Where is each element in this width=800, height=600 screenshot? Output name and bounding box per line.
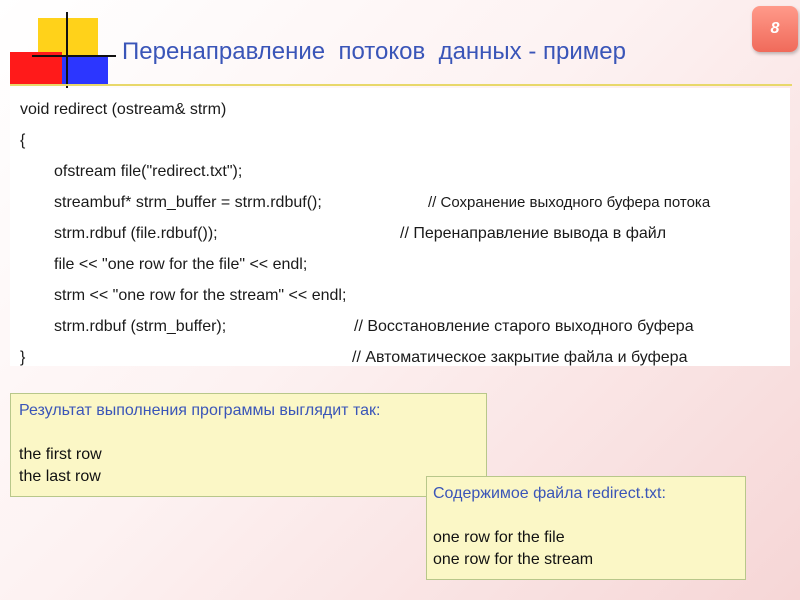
- code-statement: file << "one row for the file" << endl;: [54, 256, 308, 273]
- code-statement: {: [20, 132, 26, 149]
- code-statement: strm << "one row for the stream" << endl…: [54, 287, 347, 304]
- code-line: file << "one row for the file" << endl;: [20, 251, 790, 282]
- code-line: } // Автоматическое закрытие файла и буф…: [20, 344, 790, 375]
- code-statement: }: [20, 349, 26, 366]
- file-contents-line: one row for the stream: [433, 551, 594, 568]
- code-comment: // Сохранение выходного буфера потока: [428, 194, 711, 211]
- code-line: strm.rdbuf (strm_buffer); // Восстановле…: [20, 313, 790, 344]
- page-number: 8: [770, 20, 780, 37]
- page-number-badge: 8: [752, 6, 798, 52]
- file-contents-heading: Содержимое файла redirect.txt:: [433, 485, 666, 502]
- file-contents-line: one row for the file: [433, 529, 565, 546]
- code-line: {: [20, 127, 790, 158]
- code-statement: strm.rdbuf (strm_buffer);: [54, 318, 227, 335]
- code-line: ofstream file("redirect.txt");: [20, 158, 790, 189]
- code-line: void redirect (ostream& strm): [20, 96, 790, 127]
- code-comment: // Автоматическое закрытие файла и буфер…: [352, 349, 688, 366]
- code-comment: // Восстановление старого выходного буфе…: [354, 318, 694, 335]
- code-statement: strm.rdbuf (file.rdbuf());: [54, 225, 218, 242]
- code-comment: // Перенаправление вывода в файл: [400, 225, 667, 242]
- slide-logo: [0, 0, 120, 95]
- program-output-line: the last row: [19, 468, 101, 485]
- code-line: streambuf* strm_buffer = strm.rdbuf(); /…: [20, 189, 790, 220]
- logo-horizontal-line: [32, 55, 116, 57]
- code-line: strm << "one row for the stream" << endl…: [20, 282, 790, 313]
- program-output-heading: Результат выполнения программы выглядит …: [19, 402, 381, 419]
- program-output-line: the first row: [19, 446, 102, 463]
- file-contents-box: Содержимое файла redirect.txt: one row f…: [426, 476, 746, 580]
- title-divider: [10, 84, 792, 86]
- program-output-box: Результат выполнения программы выглядит …: [10, 393, 487, 497]
- logo-blue-square: [62, 56, 108, 86]
- logo-vertical-line: [66, 12, 68, 92]
- code-statement: void redirect (ostream& strm): [20, 101, 227, 118]
- code-statement: ofstream file("redirect.txt");: [54, 163, 243, 180]
- code-listing: void redirect (ostream& strm) { ofstream…: [10, 88, 790, 366]
- code-line: strm.rdbuf (file.rdbuf()); // Перенаправ…: [20, 220, 790, 251]
- page-title: Перенаправление потоков данных - пример: [122, 38, 626, 65]
- code-statement: streambuf* strm_buffer = strm.rdbuf();: [54, 194, 322, 211]
